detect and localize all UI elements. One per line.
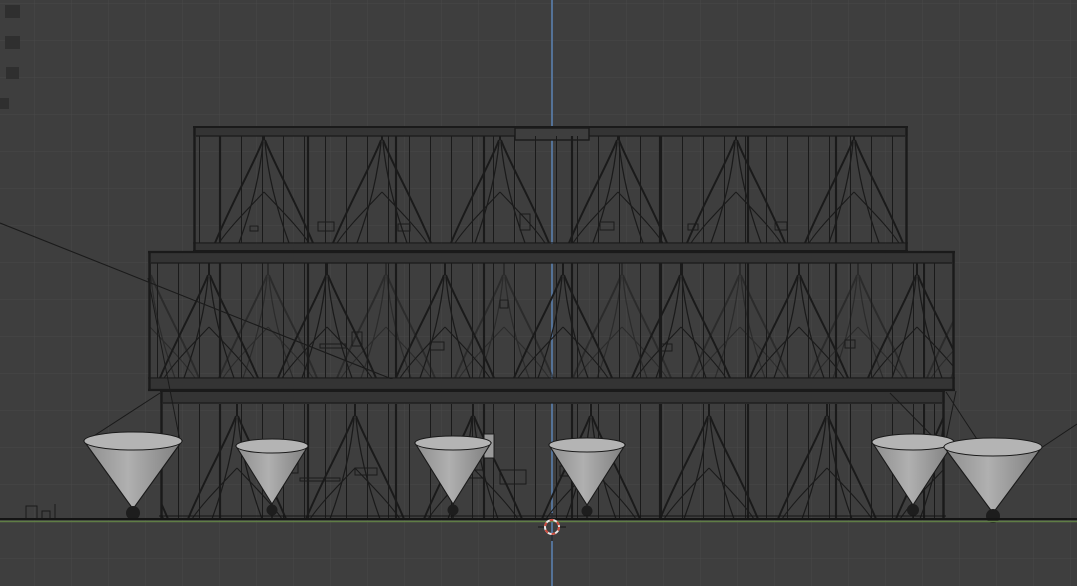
floor-top bbox=[193, 126, 908, 252]
blender-3d-viewport[interactable] bbox=[0, 0, 1077, 586]
floor-middle bbox=[148, 250, 955, 392]
viewport-canvas[interactable] bbox=[0, 0, 1077, 586]
